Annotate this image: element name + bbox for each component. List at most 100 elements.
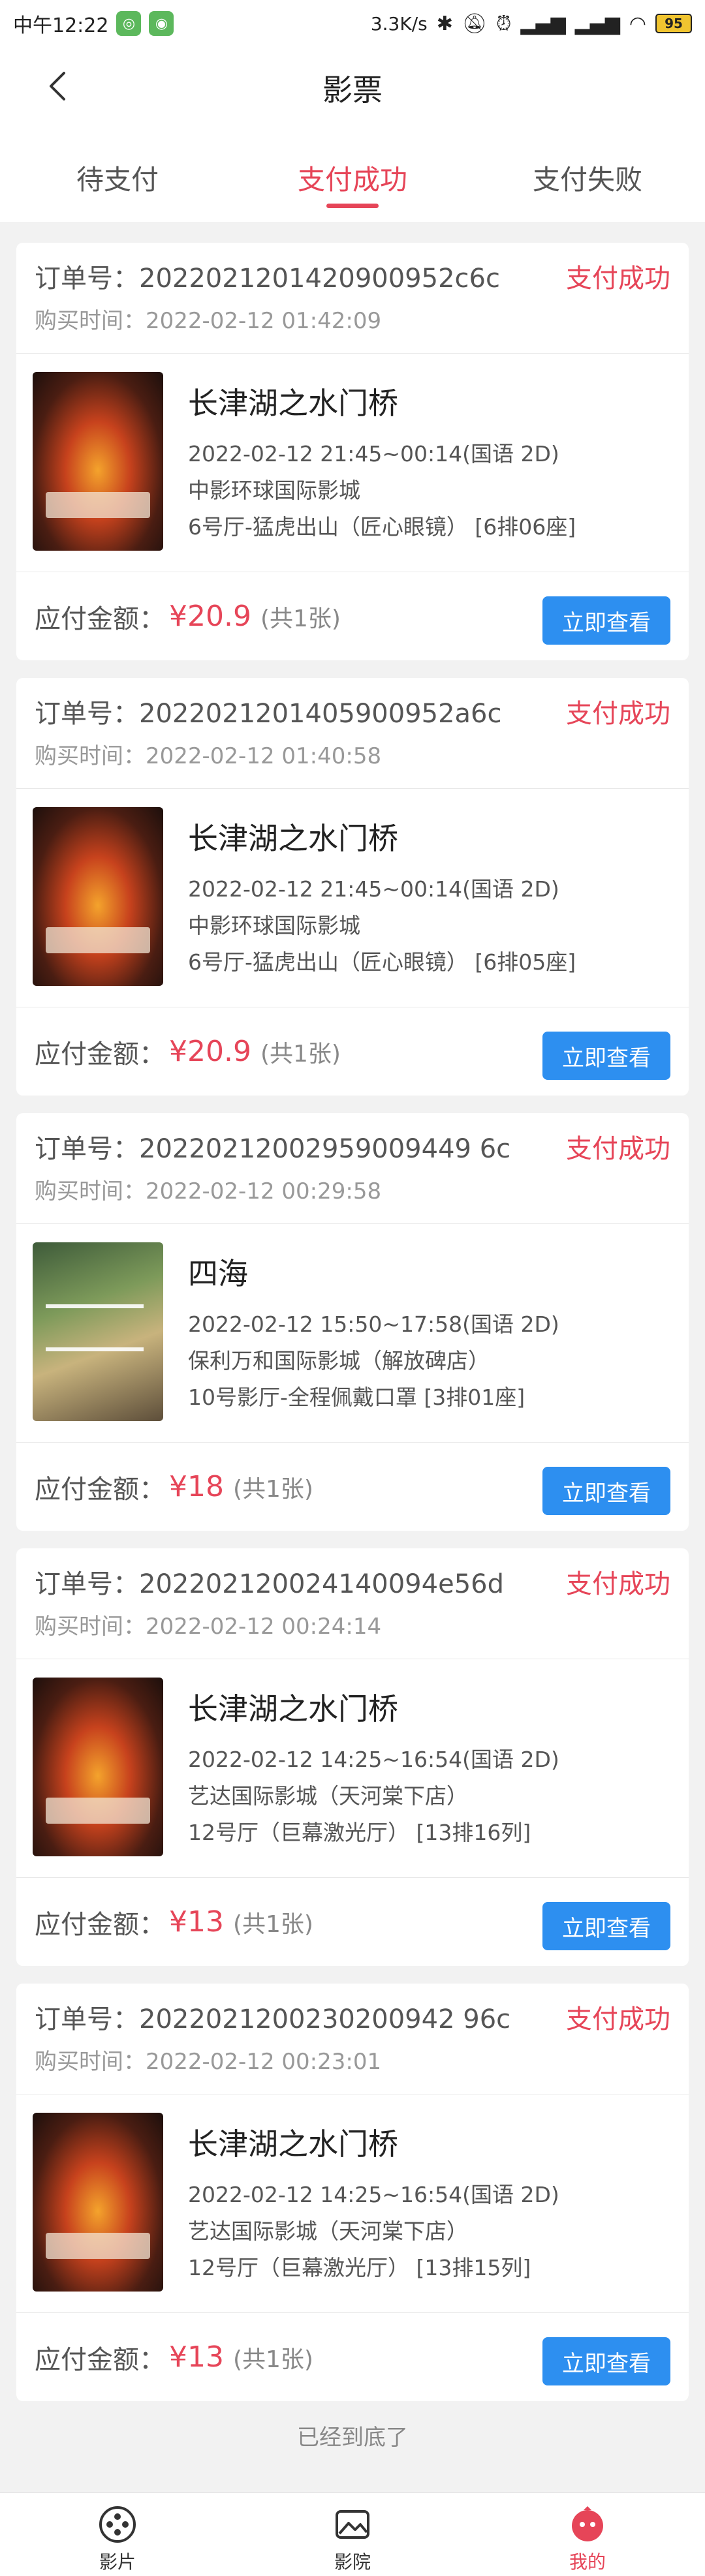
seat-info: 12号厅（巨幕激光厅） [13排15列] <box>188 2255 531 2280</box>
nav-label: 我的 <box>569 2551 606 2573</box>
order-status: 支付成功 <box>566 264 670 294</box>
order-tabs: 待支付 支付成功 支付失败 <box>0 125 705 223</box>
net-speed: 3.3K/s <box>370 12 428 35</box>
ticket-count: (共1张) <box>232 2346 313 2373</box>
movie-title: 四海 <box>188 1256 248 1291</box>
movie-poster <box>33 1678 163 1856</box>
order-status: 支付成功 <box>566 1569 670 1599</box>
cinema-name: 保利万和国际影城（解放碑店） <box>188 1348 490 1373</box>
seat-info: 6号厅-猛虎出山（匠心眼镜） [6排05座] <box>188 949 576 975</box>
purchase-time: 购买时间：2022-02-12 00:24:14 <box>35 1614 382 1640</box>
movie-title: 长津湖之水门桥 <box>188 1691 398 1726</box>
seat-info: 12号厅（巨幕激光厅） [13排16列] <box>188 1820 531 1845</box>
tab-paid[interactable]: 支付成功 <box>235 125 470 222</box>
wifi-icon: ◠ <box>629 12 646 35</box>
cinema-name: 艺达国际影城（天河棠下店） <box>188 2218 468 2244</box>
tab-failed[interactable]: 支付失败 <box>470 125 705 222</box>
signal-icon: ▂▄▆ <box>520 12 566 35</box>
cinema-name: 艺达国际影城（天河棠下店） <box>188 1783 468 1809</box>
film-reel-icon <box>99 2506 136 2543</box>
movie-poster <box>33 372 163 551</box>
showtime: 2022-02-12 14:25~16:54(国语 2D) <box>188 2182 559 2207</box>
order-card[interactable]: 订单号：2022021201420900952c6c 支付成功 购买时间：202… <box>16 243 689 660</box>
purchase-time: 购买时间：2022-02-12 00:29:58 <box>35 1178 382 1204</box>
amount-label: 应付金额： <box>35 1039 165 1069</box>
nav-cinemas[interactable]: 影院 <box>235 2493 470 2576</box>
amount-label: 应付金额： <box>35 604 165 634</box>
seat-info: 10号影厅-全程佩戴口罩 [3排01座] <box>188 1385 525 1410</box>
ticket-count: (共1张) <box>260 605 341 632</box>
order-body: 长津湖之水门桥 2022-02-12 21:45~00:14(国语 2D) 中影… <box>16 354 689 572</box>
view-now-button[interactable]: 立即查看 <box>542 1467 670 1515</box>
ticket-count: (共1张) <box>232 1475 313 1503</box>
amount-label: 应付金额： <box>35 2344 165 2375</box>
status-bar: 中午12:22 ◎ ◉ 3.3K/s ✱ 🔕︎ ⏰︎ ▂▄▆ ▂▄▆ ◠ 95 <box>0 0 705 47</box>
order-header: 订单号：2022021201405900952a6c 支付成功 购买时间：202… <box>16 678 689 789</box>
mute-icon: 🔕︎ <box>462 12 487 35</box>
purchase-time: 购买时间：2022-02-12 01:40:58 <box>35 743 382 769</box>
order-footer: 应付金额： ¥13 (共1张) 立即查看 <box>16 1878 689 1966</box>
movie-poster <box>33 1242 163 1421</box>
nav-movies[interactable]: 影片 <box>0 2493 235 2576</box>
order-status: 支付成功 <box>566 699 670 729</box>
amount-value: ¥13 <box>169 1905 224 1939</box>
order-list: 订单号：2022021201420900952c6c 支付成功 购买时间：202… <box>16 243 689 2419</box>
battery-icon: 95 <box>655 14 692 33</box>
ticket-count: (共1张) <box>232 1910 313 1938</box>
notification-app-icon-2: ◉ <box>149 11 174 36</box>
page-title: 影票 <box>322 72 383 108</box>
order-card[interactable]: 订单号：20220212002959009449 6c 支付成功 购买时间：20… <box>16 1113 689 1531</box>
nav-label: 影片 <box>99 2551 136 2573</box>
view-now-button[interactable]: 立即查看 <box>542 1032 670 1080</box>
nav-label: 影院 <box>334 2551 371 2573</box>
movie-title: 长津湖之水门桥 <box>188 821 398 856</box>
movie-poster <box>33 2113 163 2292</box>
cinema-name: 中影环球国际影城 <box>188 913 360 938</box>
amount-value: ¥20.9 <box>169 600 251 633</box>
movie-poster <box>33 807 163 986</box>
showtime: 2022-02-12 14:25~16:54(国语 2D) <box>188 1747 559 1772</box>
bluetooth-icon: ✱ <box>436 12 453 35</box>
order-body: 长津湖之水门桥 2022-02-12 14:25~16:54(国语 2D) 艺达… <box>16 1659 689 1878</box>
order-card[interactable]: 订单号：202202120024140094e56d 支付成功 购买时间：202… <box>16 1548 689 1966</box>
purchase-time: 购买时间：2022-02-12 00:23:01 <box>35 2049 382 2075</box>
nav-mine[interactable]: 我的 <box>470 2493 705 2576</box>
cinema-icon <box>336 2510 369 2539</box>
order-card[interactable]: 订单号：2022021201405900952a6c 支付成功 购买时间：202… <box>16 678 689 1096</box>
view-now-button[interactable]: 立即查看 <box>542 1902 670 1950</box>
order-footer: 应付金额： ¥20.9 (共1张) 立即查看 <box>16 1007 689 1096</box>
amount-value: ¥20.9 <box>169 1035 251 1068</box>
purchase-time: 购买时间：2022-02-12 01:42:09 <box>35 308 382 334</box>
showtime: 2022-02-12 15:50~17:58(国语 2D) <box>188 1311 559 1337</box>
showtime: 2022-02-12 21:45~00:14(国语 2D) <box>188 441 559 467</box>
ticket-count: (共1张) <box>260 1040 341 1067</box>
tab-pending[interactable]: 待支付 <box>0 125 235 222</box>
order-body: 长津湖之水门桥 2022-02-12 14:25~16:54(国语 2D) 艺达… <box>16 2094 689 2313</box>
end-of-list-tip: 已经到底了 <box>297 2425 408 2451</box>
bottom-nav: 影片 影院 我的 <box>0 2492 705 2576</box>
cinema-name: 中影环球国际影城 <box>188 478 360 503</box>
notification-app-icon: ◎ <box>116 11 142 36</box>
amount-label: 应付金额： <box>35 1474 165 1505</box>
view-now-button[interactable]: 立即查看 <box>542 2337 670 2385</box>
amount-value: ¥13 <box>169 2340 224 2374</box>
order-body: 长津湖之水门桥 2022-02-12 21:45~00:14(国语 2D) 中影… <box>16 789 689 1007</box>
view-now-button[interactable]: 立即查看 <box>542 596 670 645</box>
order-header: 订单号：2022021201420900952c6c 支付成功 购买时间：202… <box>16 243 689 354</box>
signal-2-icon: ▂▄▆ <box>574 12 620 35</box>
order-header: 订单号：202202120024140094e56d 支付成功 购买时间：202… <box>16 1548 689 1659</box>
app-header: 影票 <box>0 47 705 125</box>
seat-info: 6号厅-猛虎出山（匠心眼镜） [6排06座] <box>188 514 576 540</box>
order-body: 四海 2022-02-12 15:50~17:58(国语 2D) 保利万和国际影… <box>16 1224 689 1443</box>
order-header: 订单号：2022021200230200942 96c 支付成功 购买时间：20… <box>16 1984 689 2094</box>
movie-title: 长津湖之水门桥 <box>188 2126 398 2162</box>
showtime: 2022-02-12 21:45~00:14(国语 2D) <box>188 876 559 902</box>
order-footer: 应付金额： ¥13 (共1张) 立即查看 <box>16 2313 689 2401</box>
profile-icon <box>572 2506 603 2541</box>
order-card[interactable]: 订单号：2022021200230200942 96c 支付成功 购买时间：20… <box>16 1984 689 2401</box>
amount-value: ¥18 <box>169 1470 224 1503</box>
status-time: 中午12:22 <box>13 14 109 37</box>
amount-label: 应付金额： <box>35 1909 165 1940</box>
order-footer: 应付金额： ¥18 (共1张) 立即查看 <box>16 1443 689 1531</box>
movie-title: 长津湖之水门桥 <box>188 386 398 421</box>
